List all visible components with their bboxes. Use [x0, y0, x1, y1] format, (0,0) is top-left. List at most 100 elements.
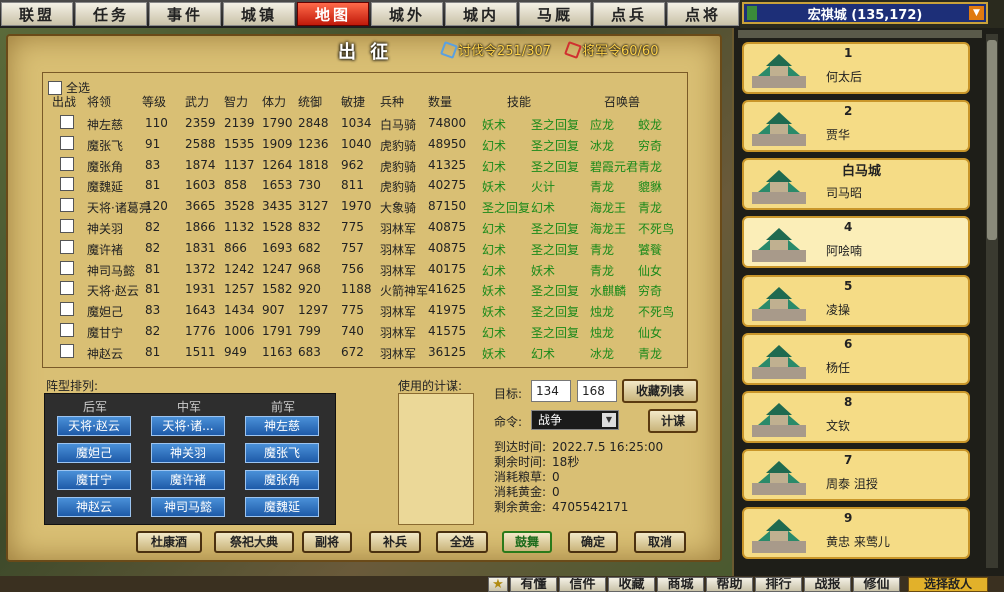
action-button[interactable]: 取消: [634, 531, 686, 553]
general-unit: 白马骑: [380, 118, 417, 132]
action-button[interactable]: 确定: [568, 531, 618, 553]
formation-slot[interactable]: 魔许褚: [151, 470, 225, 490]
deploy-checkbox[interactable]: [60, 115, 74, 129]
general-hp: 907: [262, 303, 285, 318]
star-icon[interactable]: ★: [488, 577, 508, 592]
city-building-icon: [752, 519, 806, 553]
select-enemy-button[interactable]: 选择敌人: [908, 577, 988, 592]
deploy-checkbox[interactable]: [60, 135, 74, 150]
city-card[interactable]: 7 周泰 沮授: [742, 449, 970, 501]
city-list-scrollbar[interactable]: [986, 34, 998, 568]
general-count: 40875: [428, 220, 467, 234]
nav-tab[interactable]: 城内: [445, 2, 517, 26]
general-level: 83: [145, 157, 161, 172]
general-lead: 1297: [298, 303, 329, 318]
nav-tab[interactable]: 城外: [371, 2, 443, 26]
city-list-header: [738, 30, 982, 38]
formation-column-header: 前军: [271, 400, 296, 414]
bottom-tab[interactable]: 帮助: [706, 577, 753, 592]
formation-slot[interactable]: 神司马懿: [151, 497, 225, 517]
action-button[interactable]: 副将: [302, 531, 352, 553]
plan-button[interactable]: 计谋: [648, 409, 698, 433]
city-card[interactable]: 5 凌操: [742, 275, 970, 327]
action-button[interactable]: 鼓舞: [502, 531, 552, 553]
bottom-tab[interactable]: 有懂: [510, 577, 557, 592]
formation-slot[interactable]: 神左慈: [245, 416, 319, 436]
deploy-checkbox[interactable]: [60, 323, 74, 337]
formation-slot[interactable]: 天将·赵云: [57, 416, 131, 436]
general-level: 83: [145, 303, 161, 318]
general-skill1: 幻术: [482, 326, 507, 340]
scrollbar-thumb[interactable]: [987, 40, 997, 240]
deploy-checkbox[interactable]: [60, 302, 74, 317]
general-beast2: 蛟龙: [638, 118, 663, 132]
general-agi: 1188: [341, 282, 372, 297]
target-y-input[interactable]: 168: [577, 380, 617, 402]
column-header: 兵种: [380, 95, 405, 109]
general-str: 1776: [185, 324, 216, 338]
action-button[interactable]: 杜康酒: [136, 531, 202, 553]
bottom-tab[interactable]: 修仙: [853, 577, 900, 592]
deploy-checkbox[interactable]: [60, 156, 74, 171]
favorites-list-button[interactable]: 收藏列表: [622, 379, 698, 403]
formation-slot[interactable]: 魔张角: [245, 470, 319, 490]
deploy-checkbox[interactable]: [60, 219, 74, 233]
deploy-checkbox[interactable]: [60, 281, 74, 296]
bottom-tab[interactable]: 信件: [559, 577, 606, 592]
city-card[interactable]: 4 阿哙喃: [742, 216, 970, 268]
info-label: 到达时间:: [494, 440, 547, 454]
city-card[interactable]: 6 杨任: [742, 333, 970, 385]
general-skill1: 幻术: [482, 222, 507, 236]
info-value: 4705542171: [552, 500, 629, 514]
nav-tab[interactable]: 点兵: [593, 2, 665, 26]
city-card[interactable]: 1 何太后: [742, 42, 970, 94]
general-level: 110: [145, 116, 168, 130]
city-card[interactable]: 9 黄忠 来莺儿: [742, 507, 970, 559]
deploy-checkbox[interactable]: [60, 260, 74, 275]
city-generals: 凌操: [826, 303, 851, 317]
command-select[interactable]: 战争 ▼: [531, 410, 619, 430]
city-building-icon: [752, 112, 806, 146]
action-button[interactable]: 补兵: [369, 531, 421, 553]
formation-slot[interactable]: 天将·诸...: [151, 416, 225, 436]
march-info-line: 剩余黄金: 4705542171: [494, 498, 628, 515]
flag-icon: [747, 6, 757, 20]
deploy-checkbox[interactable]: [60, 177, 74, 192]
bottom-tab[interactable]: 收藏: [608, 577, 655, 592]
nav-tab[interactable]: 联盟: [1, 2, 73, 26]
formation-label: 阵型排列:: [46, 379, 99, 393]
city-generals: 杨任: [826, 361, 851, 375]
city-card[interactable]: 2 贾华: [742, 100, 970, 152]
chevron-down-icon[interactable]: ▼: [602, 413, 616, 427]
general-beast1: 海龙王: [590, 201, 627, 216]
action-button[interactable]: 祭祀大典: [214, 531, 294, 553]
formation-slot[interactable]: 魔张飞: [245, 443, 319, 463]
deploy-checkbox[interactable]: [60, 343, 74, 358]
formation-slot[interactable]: 魔妲己: [57, 443, 131, 463]
nav-tab[interactable]: 事件: [149, 2, 221, 26]
bottom-tab[interactable]: 商城: [657, 577, 704, 592]
bottom-tab[interactable]: 排行: [755, 577, 802, 592]
nav-tab[interactable]: 点将: [667, 2, 739, 26]
general-level: 82: [145, 240, 161, 255]
formation-slot[interactable]: 神关羽: [151, 443, 225, 463]
info-label: 剩余黄金:: [494, 500, 547, 514]
nav-tab[interactable]: 任务: [75, 2, 147, 26]
nav-tab[interactable]: 马厩: [519, 2, 591, 26]
city-card[interactable]: 白马城 司马昭: [742, 158, 970, 210]
tactics-list[interactable]: [398, 393, 474, 525]
city-card[interactable]: 8 文钦: [742, 391, 970, 443]
deploy-checkbox[interactable]: [60, 239, 74, 254]
formation-slot[interactable]: 魔甘宁: [57, 470, 131, 490]
target-x-input[interactable]: 134: [531, 380, 571, 402]
formation-slot[interactable]: 魔魏延: [245, 497, 319, 517]
current-city-selector[interactable]: 宏祺城 (135,172) ▼: [742, 2, 988, 24]
deploy-checkbox[interactable]: [60, 198, 74, 213]
bottom-tab[interactable]: 战报: [804, 577, 851, 592]
dropdown-arrow-icon[interactable]: ▼: [969, 6, 984, 20]
general-skill1: 妖术: [482, 305, 507, 320]
action-button[interactable]: 全选: [436, 531, 488, 553]
nav-tab[interactable]: 地图: [297, 2, 369, 26]
nav-tab[interactable]: 城镇: [223, 2, 295, 26]
formation-slot[interactable]: 神赵云: [57, 497, 131, 517]
